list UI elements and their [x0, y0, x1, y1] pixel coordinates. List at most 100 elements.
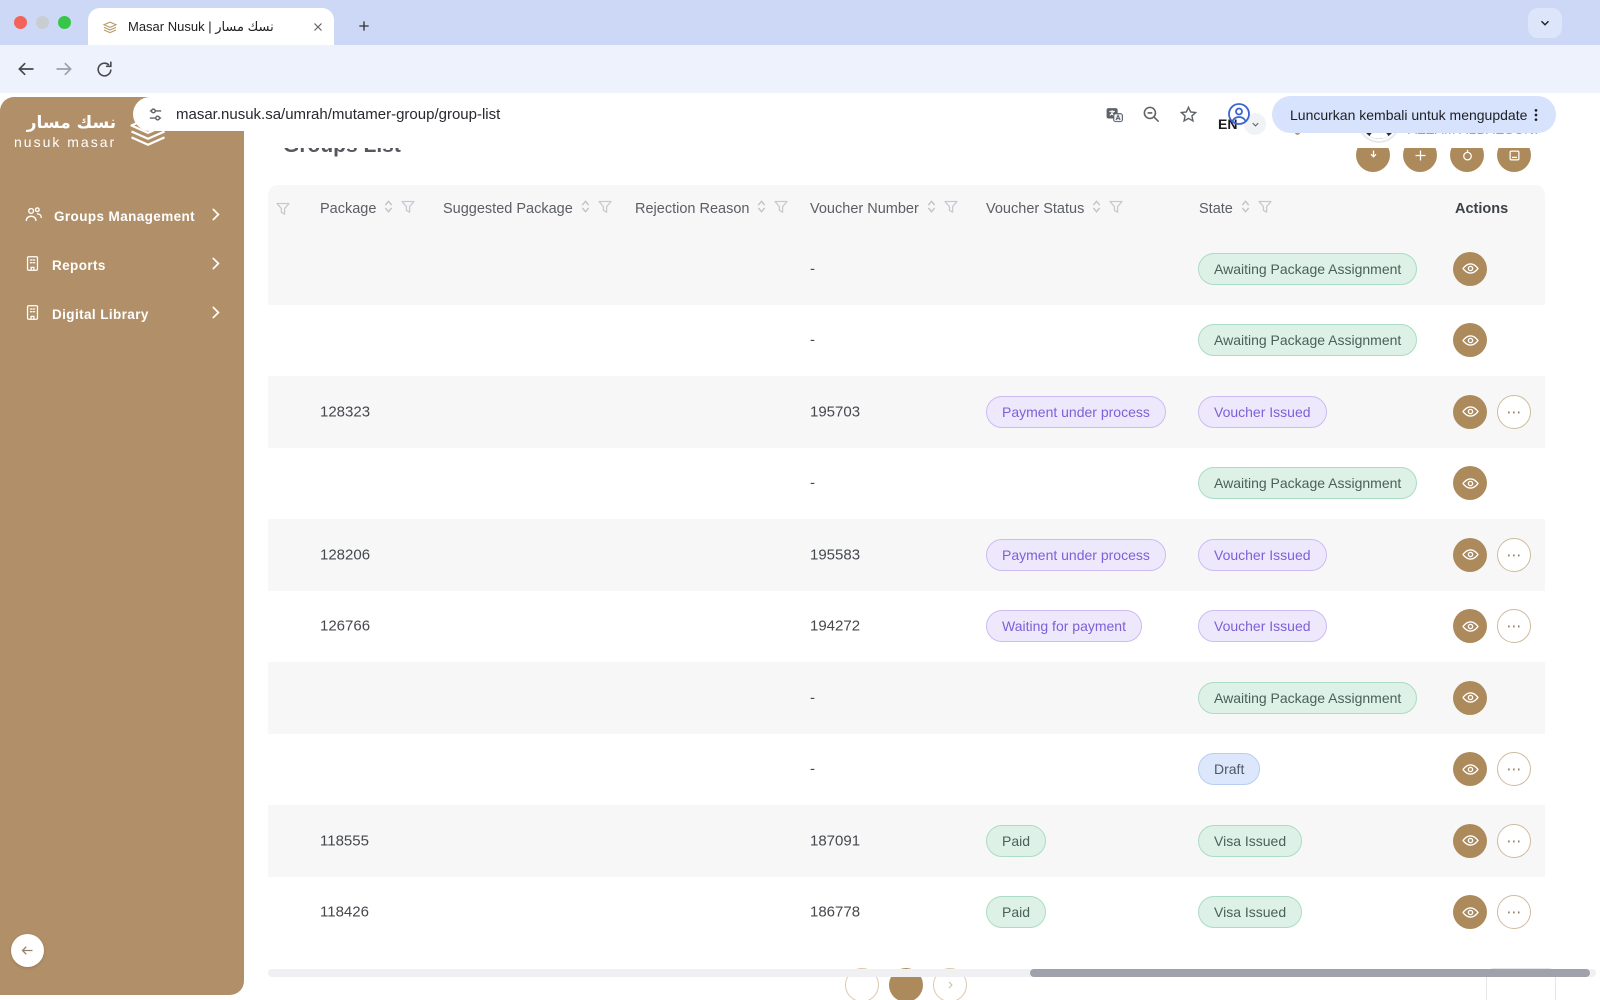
table-body: - Awaiting Package Assignment - Awaiting Pa… [268, 233, 1545, 948]
chevron-right-icon [211, 306, 220, 324]
state-badge: Visa Issued [1198, 824, 1303, 857]
view-group-button[interactable] [1453, 466, 1487, 501]
table-row: - Awaiting Package Assignment [268, 305, 1545, 377]
column-header-voucher-status: Voucher Status [986, 185, 1123, 233]
url-bar[interactable]: masar.nusuk.sa/umrah/mutamer-group/group… [133, 97, 1210, 131]
cell-voucher-number: 187091 [810, 832, 861, 850]
browser-tab[interactable]: Masar Nusuk | نسك مسار [88, 8, 334, 45]
cell-voucher-number: - [810, 689, 815, 707]
row-menu-button[interactable]: ⋯ [1497, 609, 1531, 644]
cell-voucher-number: - [810, 331, 815, 349]
browser-menu-kebab-icon[interactable] [1528, 107, 1544, 123]
funnel-icon [276, 202, 290, 215]
forward-button[interactable] [52, 57, 76, 81]
funnel-icon[interactable] [1258, 200, 1272, 219]
column-header-suggested-package: Suggested Package [443, 185, 612, 233]
logo-latin: nusuk masar [14, 133, 117, 150]
site-info-icon[interactable] [147, 106, 164, 123]
cell-voucher-number: 195703 [810, 403, 861, 421]
relaunch-update-button[interactable]: Luncurkan kembali untuk mengupdate [1272, 96, 1556, 133]
sidebar-item-reports[interactable]: Reports [0, 241, 244, 290]
users-icon [24, 205, 43, 229]
sidebar-item-digital-library[interactable]: Digital Library [0, 290, 244, 339]
window-controls [14, 16, 71, 29]
translate-button[interactable] [1105, 105, 1124, 124]
browser-window: Masar Nusuk | نسك مسار masar.nusuk.sa/um… [0, 0, 1600, 1000]
chevron-right-icon [211, 208, 220, 226]
funnel-icon[interactable] [774, 200, 789, 219]
horizontal-scrollbar-thumb[interactable] [1030, 969, 1590, 977]
tab-list-button[interactable] [1528, 8, 1562, 38]
logo-arabic: نسك مسار [26, 112, 117, 133]
eye-icon [1461, 904, 1479, 921]
view-group-button[interactable] [1453, 394, 1487, 429]
sort-icon[interactable] [1240, 199, 1251, 219]
eye-icon [1461, 260, 1479, 277]
zoom-indicator-button[interactable] [1142, 105, 1161, 124]
column-header-rejection-reason: Rejection Reason [635, 185, 789, 233]
view-group-button[interactable] [1453, 251, 1487, 286]
bookmark-button[interactable] [1179, 105, 1198, 124]
row-menu-button[interactable]: ⋯ [1497, 823, 1531, 858]
view-group-button[interactable] [1453, 895, 1487, 930]
new-tab-button[interactable] [350, 12, 378, 40]
zoom-out-icon [1143, 106, 1160, 122]
view-group-button[interactable] [1453, 609, 1487, 644]
funnel-icon[interactable] [401, 200, 416, 219]
building-icon [24, 304, 41, 326]
close-tab-icon[interactable] [312, 21, 324, 33]
view-group-button[interactable] [1453, 323, 1487, 358]
funnel-icon[interactable] [598, 200, 612, 219]
row-menu-button[interactable]: ⋯ [1497, 537, 1531, 572]
column-label: Actions [1455, 201, 1509, 217]
view-group-button[interactable] [1453, 680, 1487, 715]
cell-package: 128323 [320, 403, 371, 421]
row-menu-button[interactable]: ⋯ [1497, 752, 1531, 787]
zoom-window-button[interactable] [58, 16, 71, 29]
column-label: Package [320, 201, 377, 217]
eye-icon [1461, 689, 1479, 706]
sidebar-collapse-button[interactable] [11, 934, 44, 967]
sort-icon[interactable] [926, 199, 937, 219]
toolbar-glyph-icon [1509, 150, 1519, 160]
plus-icon [359, 21, 369, 31]
sort-icon[interactable] [756, 199, 767, 219]
column-label: Voucher Number [810, 201, 919, 217]
row-menu-button[interactable]: ⋯ [1497, 895, 1531, 930]
sort-icon[interactable] [383, 199, 394, 219]
state-badge: Awaiting Package Assignment [1198, 324, 1418, 357]
eye-icon [1461, 761, 1479, 778]
voucher-status-badge: Payment under process [986, 395, 1166, 428]
toolbar-glyph-icon [1462, 149, 1472, 160]
state-badge: Voucher Issued [1198, 610, 1327, 643]
close-window-button[interactable] [14, 16, 27, 29]
cell-package: 128206 [320, 546, 371, 564]
sidebar-item-groups-management[interactable]: Groups Management [0, 192, 244, 241]
state-badge: Awaiting Package Assignment [1198, 252, 1418, 285]
row-menu-button[interactable]: ⋯ [1497, 394, 1531, 429]
sort-icon[interactable] [580, 199, 591, 219]
browser-profile-button[interactable] [1226, 101, 1252, 127]
view-group-button[interactable] [1453, 752, 1487, 787]
view-group-button[interactable] [1453, 823, 1487, 858]
sidebar: نسك مسار nusuk masar Groups Management Re… [0, 97, 244, 995]
table-row: 118426 186778 Paid Visa Issued ⋯ [268, 877, 1545, 949]
leading-filter-button[interactable] [276, 185, 290, 233]
back-button[interactable] [14, 57, 38, 81]
cell-voucher-number: - [810, 760, 815, 778]
column-header-package: Package [320, 185, 416, 233]
funnel-icon[interactable] [1109, 200, 1123, 219]
cell-voucher-number: - [810, 260, 815, 278]
funnel-icon[interactable] [944, 200, 958, 219]
toolbar-glyph-icon [1415, 150, 1425, 160]
reload-button[interactable] [92, 57, 116, 81]
arrow-left-icon [21, 946, 33, 955]
cell-package: 118555 [320, 832, 369, 850]
view-group-button[interactable] [1453, 537, 1487, 572]
chevron-right-icon [211, 257, 220, 275]
browser-toolbar: masar.nusuk.sa/umrah/mutamer-group/group… [0, 45, 1600, 133]
arrow-left-icon [18, 62, 34, 76]
sort-icon[interactable] [1091, 199, 1102, 219]
voucher-status-badge: Payment under process [986, 538, 1166, 571]
minimize-window-button[interactable] [36, 16, 49, 29]
